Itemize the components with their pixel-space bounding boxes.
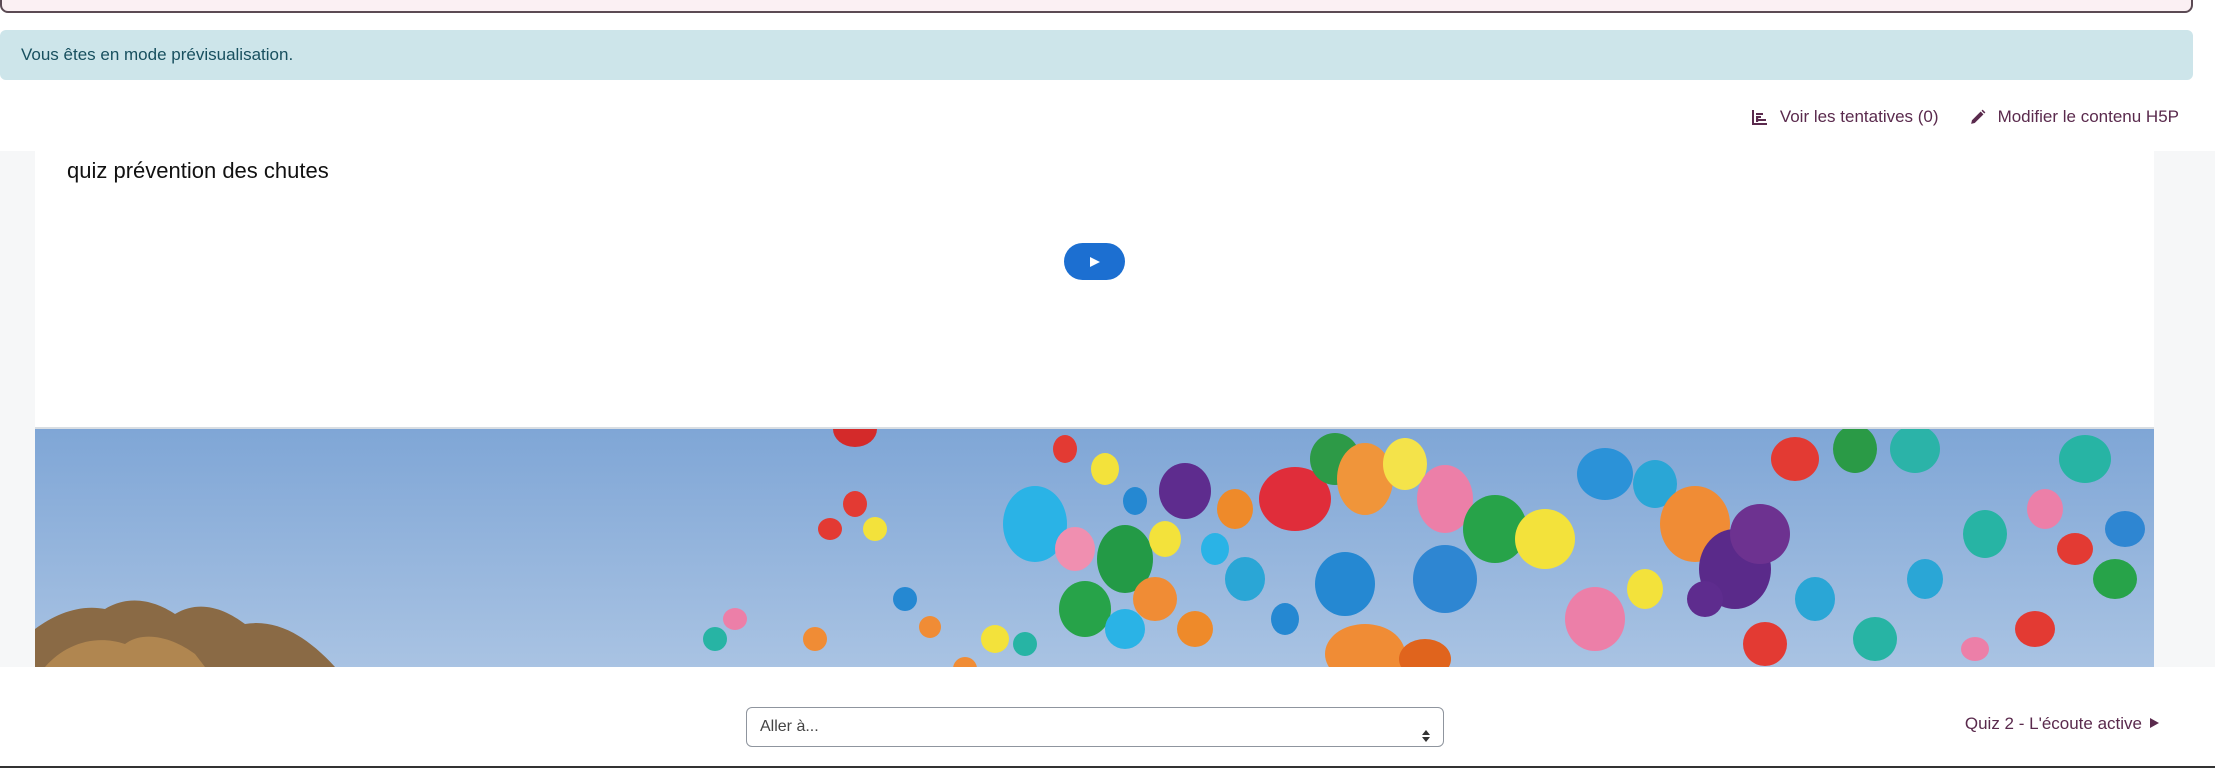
play-icon (1088, 256, 1102, 268)
preview-mode-alert: Vous êtes en mode prévisualisation. (0, 30, 2193, 80)
view-attempts-label: Voir les tentatives (0) (1779, 107, 1939, 126)
balloons-image (35, 427, 2154, 667)
edit-h5p-content-link[interactable]: Modifier le contenu H5P (1969, 107, 2179, 127)
play-right-icon (2148, 714, 2160, 734)
quiz-title: quiz prévention des chutes (67, 158, 329, 183)
chart-icon (1751, 109, 1768, 125)
select-arrows-icon (1421, 720, 1431, 758)
top-alert-remnant (0, 0, 2193, 13)
h5p-content-region: quiz prévention des chutes (0, 151, 2215, 667)
view-attempts-link[interactable]: Voir les tentatives (0) (1751, 107, 1939, 127)
edit-h5p-content-label: Modifier le contenu H5P (1997, 107, 2179, 126)
play-button[interactable] (1064, 243, 1125, 280)
preview-mode-text: Vous êtes en mode prévisualisation. (21, 45, 294, 64)
next-activity-label: Quiz 2 - L'écoute active (1964, 714, 2142, 733)
goto-activity-select[interactable]: Aller à... (746, 707, 1444, 747)
goto-select-value: Aller à... (760, 718, 819, 735)
next-activity-link[interactable]: Quiz 2 - L'écoute active (1965, 714, 2160, 734)
pencil-icon (1969, 109, 1986, 126)
activity-actions: Voir les tentatives (0) Modifier le cont… (1751, 102, 2179, 132)
h5p-frame: quiz prévention des chutes (35, 151, 2154, 667)
